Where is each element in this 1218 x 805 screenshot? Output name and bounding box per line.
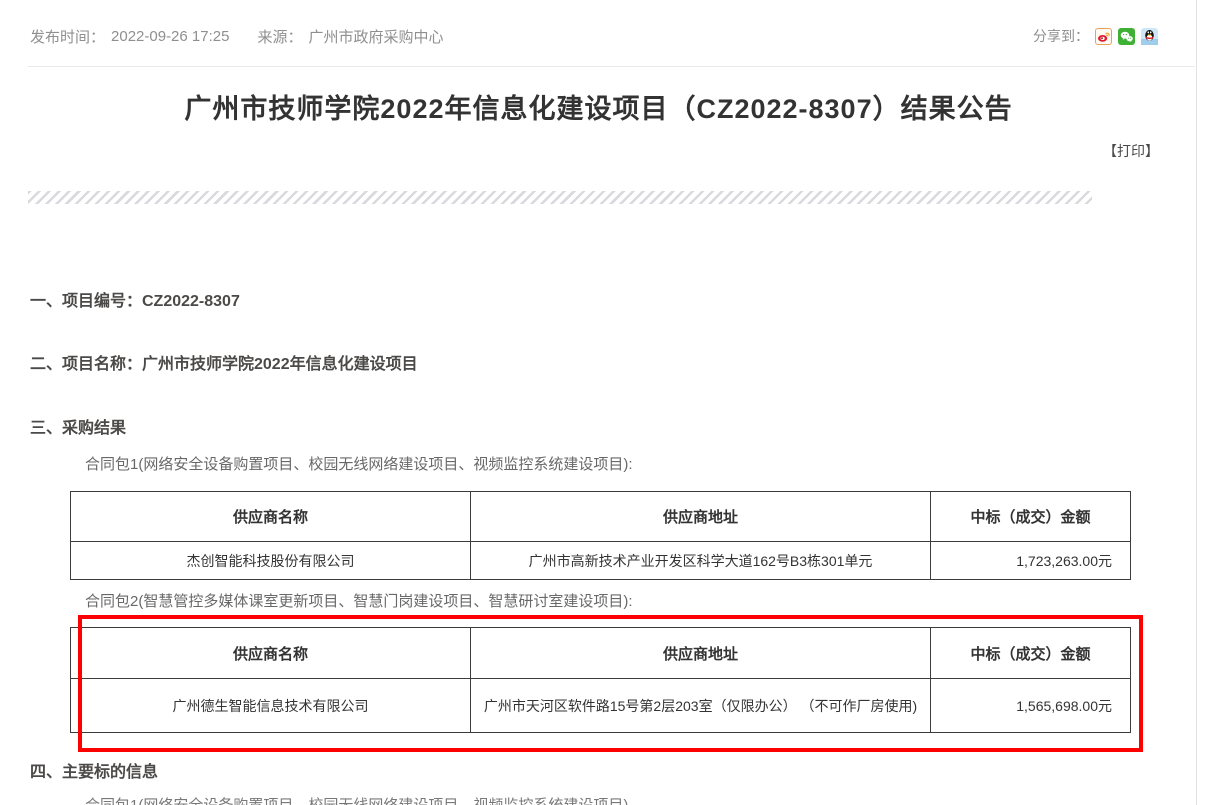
table-row: 广州德生智能信息技术有限公司 广州市天河区软件路15号第2层203室（仅限办公）… [71, 679, 1131, 733]
table-row: 杰创智能科技股份有限公司 广州市高新技术产业开发区科学大道162号B3栋301单… [71, 542, 1131, 580]
qq-icon[interactable] [1141, 28, 1158, 45]
wechat-icon[interactable] [1118, 28, 1135, 45]
package2-label: 合同包2(智慧管控多媒体课室更新项目、智慧门岗建设项目、智慧研讨室建设项目): [85, 592, 1218, 612]
col-header-award-amount: 中标（成交）金额 [931, 628, 1131, 679]
meta-divider [28, 66, 1195, 67]
section-project-number: 一、项目编号：CZ2022-8307 [30, 292, 1218, 312]
publish-time: 发布时间： 2022-09-26 17:25 [30, 26, 229, 47]
source: 来源： 广州市政府采购中心 [257, 26, 443, 47]
source-value: 广州市政府采购中心 [308, 26, 443, 47]
col-header-supplier-address: 供应商地址 [471, 492, 931, 542]
weibo-icon[interactable] [1095, 28, 1112, 45]
announcement-page: 发布时间： 2022-09-26 17:25 来源： 广州市政府采购中心 分享到： [0, 0, 1218, 805]
table-header-row: 供应商名称 供应商地址 中标（成交）金额 [71, 628, 1131, 679]
publish-time-label: 发布时间： [30, 26, 105, 47]
content-right-border [1196, 0, 1197, 805]
section-main-subject-info: 四、主要标的信息 [30, 763, 1218, 783]
section-project-name: 二、项目名称：广州市技师学院2022年信息化建设项目 [30, 355, 1218, 375]
package1-result-table: 供应商名称 供应商地址 中标（成交）金额 杰创智能科技股份有限公司 广州市高新技… [70, 491, 1131, 580]
supplier-name-cell: 杰创智能科技股份有限公司 [71, 542, 471, 580]
award-amount-cell: 1,723,263.00元 [931, 542, 1131, 580]
section-procurement-result: 三、采购结果 [30, 419, 1218, 439]
award-amount-cell: 1,565,698.00元 [931, 679, 1131, 733]
hatched-divider [28, 191, 1092, 204]
supplier-address-cell: 广州市高新技术产业开发区科学大道162号B3栋301单元 [471, 542, 931, 580]
meta-bar: 发布时间： 2022-09-26 17:25 来源： 广州市政府采购中心 分享到： [0, 0, 1218, 46]
col-header-supplier-name: 供应商名称 [71, 628, 471, 679]
bottom-clipped-text: 合同包1(网络安全设备购置项目、校园无线网络建设项目、视频监控系统建设项目) [85, 796, 1218, 805]
page-title: 广州市技师学院2022年信息化建设项目（CZ2022-8307）结果公告 [0, 89, 1197, 129]
package2-result-table: 供应商名称 供应商地址 中标（成交）金额 广州德生智能信息技术有限公司 广州市天… [70, 627, 1131, 733]
publish-time-value: 2022-09-26 17:25 [111, 28, 229, 45]
package1-label: 合同包1(网络安全设备购置项目、校园无线网络建设项目、视频监控系统建设项目): [85, 455, 1218, 475]
share-group: 分享到： [1033, 26, 1158, 46]
supplier-address-cell: 广州市天河区软件路15号第2层203室（仅限办公） （不可作厂房使用) [471, 679, 931, 733]
print-button[interactable]: 【打印】 [1103, 143, 1159, 159]
share-label: 分享到： [1033, 26, 1089, 46]
col-header-supplier-address: 供应商地址 [471, 628, 931, 679]
source-label: 来源： [257, 26, 302, 47]
col-header-supplier-name: 供应商名称 [71, 492, 471, 542]
col-header-award-amount: 中标（成交）金额 [931, 492, 1131, 542]
table-header-row: 供应商名称 供应商地址 中标（成交）金额 [71, 492, 1131, 542]
supplier-name-cell: 广州德生智能信息技术有限公司 [71, 679, 471, 733]
